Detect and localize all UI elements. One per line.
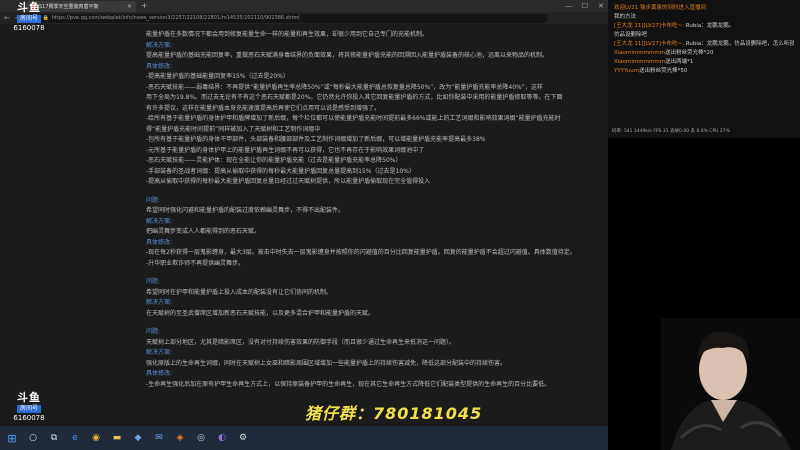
group-overlay-text: 猪仔群：780181045 <box>305 404 483 423</box>
chat-username[interactable]: [王大龙 11][LV27]卡布吃~: <box>614 41 684 47</box>
edge-icon[interactable]: e <box>69 432 81 444</box>
chat-panel: 欢迎LV21 独步黄泉的到时进入直播间 我的方法 [王大龙 11][LV27]卡布吃… <box>608 0 800 138</box>
streamer-image <box>661 318 800 450</box>
section-label: 具体修改: <box>146 238 173 246</box>
article-line: -包所有基于能量护盾的身体干甲部件，头部装备和腰部部件及工艺制作词缀增加了新后缀… <box>146 136 486 143</box>
chat-text: 送出粉丝荧光棒*20 <box>665 50 714 56</box>
start-icon[interactable]: ⊞ <box>6 432 18 445</box>
address-bar[interactable]: 🔒 https://pve.qq.com/webplat/info/news_v… <box>36 13 548 23</box>
chat-text: 送出粉丝荧光棒*50 <box>639 68 688 74</box>
article-line: -元所基于能量护盾的身体护甲上的能量护盾再生词缀不再可以获得，它也不再存在于影响… <box>146 146 425 154</box>
close-window-button[interactable]: ✕ <box>598 1 604 11</box>
maximize-button[interactable]: ☐ <box>582 1 588 11</box>
section-label: 问题: <box>146 278 161 285</box>
chat-text: 仿品设删除吧 <box>614 32 648 38</box>
section-label: 解决方案: <box>146 299 173 306</box>
article-line: 能量护盾在多数情况下都会用到修复能量生命一样的能量和再生效果，却很少用到它自己专… <box>146 31 429 38</box>
minimize-button[interactable]: — <box>565 1 572 11</box>
article-line: -提高从偷取中获得的每秒最大能量护盾回复总量日经过过天赋树提供，所以能量护盾偷取… <box>146 178 431 185</box>
article-line: -现在每2秒获得一层鬼影缠身，最大3层。被击中时失去一层鬼影缠身并按照你的闪避值… <box>146 249 576 256</box>
search-icon[interactable]: ○ <box>27 432 39 444</box>
settings-icon[interactable]: ⚙ <box>237 432 249 444</box>
section-label: 解决方案: <box>146 217 173 225</box>
logo-text: 斗鱼 <box>17 391 41 404</box>
chat-message: 欢迎LV21 独步黄泉的到时进入直播间 <box>614 4 794 13</box>
article-line: -升华职业欺诈师不再提供幽灵舞步。 <box>146 259 245 267</box>
chat-username[interactable]: [王大龙 11][LV27]卡布吃~: <box>614 23 684 29</box>
article-line: 希望同时在护甲和能量护盾上投入成本的配装没有让它们协同的机制。 <box>146 288 333 296</box>
article-content: 能量护盾在多数情况下都会用到修复能量生命一样的能量和再生效果，却很少用到它自己专… <box>146 30 608 390</box>
room-number: 6160078 <box>13 414 45 422</box>
chat-message: [王大龙 11][LV27]卡布吃~: Rubia：龙鹏龙鹏。 <box>614 22 794 31</box>
chat-username[interactable]: Xiaomimmmmmm <box>614 50 665 56</box>
streamer-camera <box>661 318 800 450</box>
chat-username[interactable]: 欢迎LV21 独步黄泉的到时进入直播间 <box>614 5 706 11</box>
window-controls: — ☐ ✕ <box>565 1 604 11</box>
article-line: -恶石天赋技能——灵能护体：现在全能让你的能量护盾充能（过去是能量护盾充能率总降… <box>146 157 402 164</box>
article-line: 在天赋树的至圣武僧席区增加新恶石天赋技能，以及更多混合护甲和能量护盾的天赋。 <box>146 309 375 317</box>
chat-message: 我的方法 <box>614 13 794 22</box>
chrome-icon[interactable]: ◉ <box>90 432 102 444</box>
obs-icon[interactable]: ◎ <box>195 432 207 444</box>
store-icon[interactable]: ◆ <box>132 432 144 444</box>
tab-close-icon[interactable]: ✕ <box>127 3 132 10</box>
article-line: -生命再生强化后加在原有护甲生命再生方式上，以保持原装备护甲的生命再生，现在其它… <box>146 380 551 388</box>
article-line: 用下全局为19.8%。而过去无论有不有这个恶石天赋都是20%。它仍然允许你投入其… <box>146 94 563 101</box>
chat-username[interactable]: YYYYuum <box>614 68 639 74</box>
article-line: -恶石天赋技能——弱毒结界：不再提供“能量护盾再生率总降50%”或“每秒最大能量… <box>146 83 543 91</box>
article-line: 强化原版上的生命再生词缀，同时在天赋树上女巫和暗影周围区域增加一些能量护盾上的持… <box>146 359 507 367</box>
room-label: 房间号 <box>16 405 41 413</box>
game-icon[interactable]: ◐ <box>216 432 228 444</box>
logo-text: 斗鱼 <box>17 1 41 14</box>
article-line: 有许多提议，这样在能量护盾本身充能速度提高后再使它们点用可以说是感受到增强了。 <box>146 104 381 112</box>
chat-message: [王大龙 11][LV27]卡布吃~: Rubia：龙鹏龙鹏，仿品设删除吧，怎么… <box>614 40 794 49</box>
chat-text: 我的方法 <box>614 14 637 20</box>
browser-toolbar: ← → ↻ 🔒 https://pve.qq.com/webplat/info/… <box>0 12 608 24</box>
chat-message: Xiaomimmmmmm送出两端*1 <box>614 58 794 67</box>
chat-text: Rubia：龙鹏龙鹏。 <box>684 23 735 29</box>
section-label: 具体修改: <box>146 370 173 377</box>
new-tab-button[interactable]: + <box>141 1 148 11</box>
article-line: 天赋树上部分地区，尤其是暗影席区，没有对付持续伤害效果的防御手段（而且很少通过生… <box>146 338 456 346</box>
article-line: 提高能量护盾的基础充能回复率，重做恶石天赋满身毒结界的负面效果，将其修能量护盾充… <box>146 52 549 59</box>
room-label: 房间号 <box>16 15 41 23</box>
chat-text: Rubia：龙鹏龙鹏，仿品设删除吧，怎么听就要金币收礼。 <box>685 41 794 47</box>
section-label: 问题: <box>146 328 161 335</box>
chat-message: Xiaomimmmmmm送出粉丝荧光棒*20 <box>614 49 794 58</box>
douyu-icon[interactable]: ◈ <box>174 432 186 444</box>
douyu-logo-top: 斗鱼 房间号 6160078 <box>4 2 54 46</box>
chat-text: 送出两端*1 <box>665 59 694 65</box>
section-label: 解决方案: <box>146 41 173 49</box>
section-label: 解决方案: <box>146 349 173 356</box>
url-text[interactable]: https://pve.qq.com/webplat/info/news_ver… <box>52 15 300 21</box>
article-line: -给所有基于能量护盾的身体护甲和盾牌增加了新后缀，每个栏位都可以使能量护盾充能时… <box>146 115 561 122</box>
section-label: 具体修改: <box>146 62 173 70</box>
tab-bar: S17赛季天空重装肉盾平衡 ✕ + — ☐ ✕ <box>0 0 608 12</box>
windows-taskbar: ⊞ ○ ⧉ e ◉ ▬ ◆ ✉ ◈ ◎ ◐ ⚙ <box>0 426 608 450</box>
chat-message: YYYYuum送出粉丝荧光棒*50 <box>614 67 794 76</box>
article-line: 得“能量护盾充能时间提前”同样被加入了天赋树和工艺制作词缀中 <box>146 125 321 133</box>
article-line: 希望同时强化闪避和能量护盾的配装过度依赖幽灵舞步，不得不出配装件。 <box>146 207 345 214</box>
stream-stats: 码率: 541 1449k/s FPS 31 丢帧0.00 丢 0.0% CPU… <box>612 129 730 134</box>
section-label: 问题: <box>146 196 161 204</box>
chat-message: 仿品设删除吧 <box>614 31 794 40</box>
article-line: -提高能量护盾的基础能量回复率15%（过去是20%） <box>146 73 289 80</box>
browser-window: S17赛季天空重装肉盾平衡 ✕ + — ☐ ✕ ← → ↻ 🔒 https://… <box>0 0 608 450</box>
article-line: -手部装备的圣战者词缀：提高从偷取中获得的每秒最大能量护盾回复总量提高到15%（… <box>146 167 415 175</box>
room-number: 6160078 <box>13 24 45 32</box>
mail-icon[interactable]: ✉ <box>153 432 165 444</box>
task-view-icon[interactable]: ⧉ <box>48 432 60 444</box>
chat-username[interactable]: Xiaomimmmmmm <box>614 59 665 65</box>
explorer-icon[interactable]: ▬ <box>111 432 123 444</box>
web-page: 能量护盾在多数情况下都会用到修复能量生命一样的能量和再生效果，却很少用到它自己专… <box>0 24 608 426</box>
article-line: 把幽灵舞步变成人人都能得到的恶石天赋。 <box>146 228 261 235</box>
